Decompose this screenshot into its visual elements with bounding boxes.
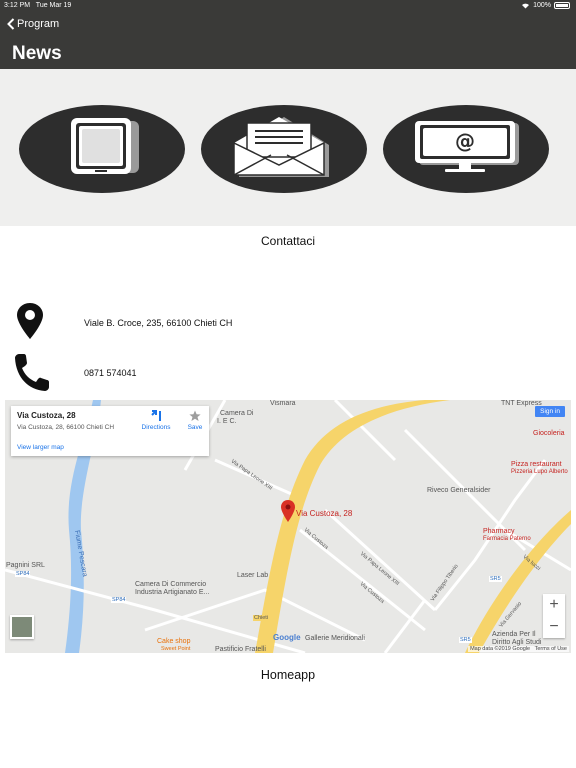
address-row[interactable]: Viale B. Croce, 235, 66100 Chieti CH [0,302,576,342]
map-label-chieti: Chieti [253,615,270,621]
map-label-sr5b: SR5 [459,637,472,643]
map-zoom-controls: + − [543,594,565,638]
map-label-azienda2: Diritto Agli Studi [492,639,542,646]
map-label-sp84a: SP84 [15,571,31,577]
map-label-pharmacy: Pharmacy [483,528,515,535]
save-label: Save [187,424,203,431]
map-label-cakeshop: Cake shop [157,638,191,645]
web-contact-button[interactable]: @ [383,105,549,193]
wifi-icon [522,3,530,9]
zoom-in-button[interactable]: + [543,594,565,616]
envelope-icon [233,117,329,177]
map-label-camera-top1: Camera Di [220,410,254,417]
email-contact-button[interactable] [201,105,367,193]
phone-text: 0871 574041 [84,368,137,378]
map-label-sp84b: SP84 [111,597,127,603]
map-label-meridionali: Gallerie Meridionali [305,635,365,642]
map-pin-label: Via Custoza, 28 [296,509,353,518]
map-label-riveco: Riveco Generalsider [427,487,491,494]
location-pin-icon [17,303,43,339]
map-label-camera-top2: I. E C. [217,418,237,425]
map-label-pagnini: Pagnini SRL [6,562,45,569]
back-label: Program [17,18,60,30]
directions-icon [151,410,161,421]
battery-percent: 100% [533,2,551,9]
page-title: News [12,43,62,64]
directions-button[interactable]: Directions [139,410,173,431]
map-data-text: Map data ©2019 Google [470,646,531,652]
map-label-cakeshop-sub: Sweet Point [161,646,191,652]
map-label-sr5a: SR5 [489,576,502,582]
map-label-pizza: Pizza restaurant [511,461,562,468]
map-signin-button[interactable]: Sign in [535,406,565,417]
directions-label: Directions [141,424,171,431]
satellite-toggle-button[interactable] [10,615,34,639]
view-larger-map-link[interactable]: View larger map [17,444,64,451]
phone-row[interactable]: 0871 574041 [0,352,576,392]
zoom-out-button[interactable]: − [543,616,565,638]
map-label-azienda1: Azienda Per Il [492,631,536,638]
map-terms-link[interactable]: Terms of Use [535,646,567,652]
back-button[interactable]: Program [7,18,59,30]
map-pin-icon[interactable] [281,500,295,522]
google-logo: Google [273,633,301,642]
map-label-vismara: Vismara [270,400,296,407]
svg-text:@: @ [455,129,475,153]
map-label-pizza-sub: Pizzeria Lupo Alberto [511,469,568,475]
phone-icon [15,354,49,391]
tablet-contact-button[interactable] [19,105,185,193]
map-label-giocoleria: Giocoleria [533,430,565,437]
embedded-map[interactable]: Vismara TNT Express Camera Di I. E C. Gi… [5,400,571,653]
star-icon [189,410,201,421]
map-label-camera2: Industria Artigianato E... [135,589,210,596]
chevron-left-icon [7,18,15,30]
address-text: Viale B. Croce, 235, 66100 Chieti CH [84,318,233,328]
map-label-pastificio: Pastificio Fratelli [215,646,266,653]
tablet-icon [71,118,139,174]
status-time: 3:12 PM [4,2,31,9]
contact-icons-band: @ [0,69,576,226]
map-label-pharmacy-sub: Farmacia Paterno [483,536,531,542]
map-attribution: Map data ©2019 Google Terms of Use [468,646,569,652]
battery-icon [554,2,570,9]
map-card-title: Via Custoza, 28 [17,411,76,420]
monitor-at-icon: @ [415,121,519,172]
contact-heading: Contattaci [260,234,316,248]
homeapp-footer-label: Homeapp [260,668,316,682]
map-info-card: Via Custoza, 28 Via Custoza, 28, 66100 C… [11,406,209,456]
nav-header: 3:12 PM Tue Mar 19 100% Program News [0,0,576,69]
status-bar: 3:12 PM Tue Mar 19 100% [0,0,576,12]
map-label-laserlab: Laser Lab [237,572,269,579]
map-label-camera1: Camera Di Commercio [135,581,207,588]
map-card-address: Via Custoza, 28, 66100 Chieti CH [17,424,115,431]
status-date: Tue Mar 19 [35,2,72,9]
save-place-button[interactable]: Save [183,410,207,431]
